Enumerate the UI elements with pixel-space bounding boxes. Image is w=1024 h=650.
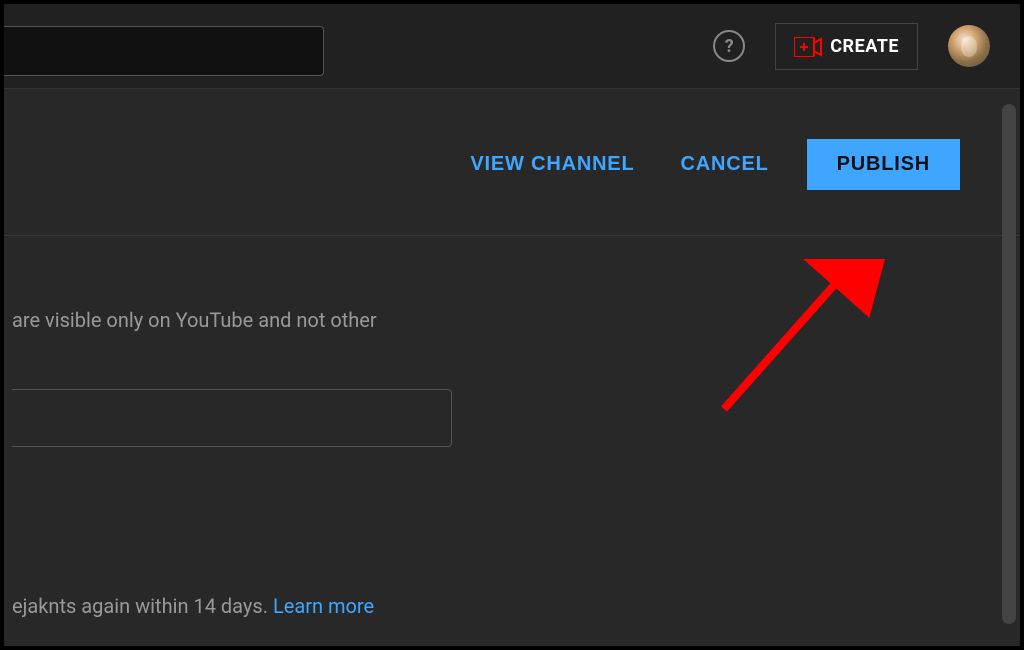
bottom-text-fragment: ejaknts again within 14 days. [12, 594, 273, 618]
visibility-info-text: are visible only on YouTube and not othe… [12, 306, 1020, 334]
cancel-button[interactable]: CANCEL [672, 143, 776, 186]
main-content: VIEW CHANNEL CANCEL PUBLISH are visible … [4, 89, 1020, 447]
search-input[interactable] [4, 26, 324, 76]
text-input-field[interactable] [12, 389, 452, 447]
top-header: ? CREATE [4, 4, 1020, 89]
create-label: CREATE [830, 36, 899, 57]
learn-more-link[interactable]: Learn more [273, 594, 374, 618]
help-icon[interactable]: ? [713, 30, 745, 62]
create-video-icon [794, 37, 820, 55]
create-button[interactable]: CREATE [775, 23, 918, 70]
scrollbar[interactable] [1002, 104, 1016, 624]
avatar[interactable] [948, 25, 990, 67]
bottom-note: ejaknts again within 14 days. Learn more [12, 594, 374, 618]
publish-button[interactable]: PUBLISH [807, 139, 960, 190]
view-channel-button[interactable]: VIEW CHANNEL [462, 143, 642, 186]
action-row: VIEW CHANNEL CANCEL PUBLISH [4, 89, 1020, 236]
info-section: are visible only on YouTube and not othe… [4, 236, 1020, 447]
